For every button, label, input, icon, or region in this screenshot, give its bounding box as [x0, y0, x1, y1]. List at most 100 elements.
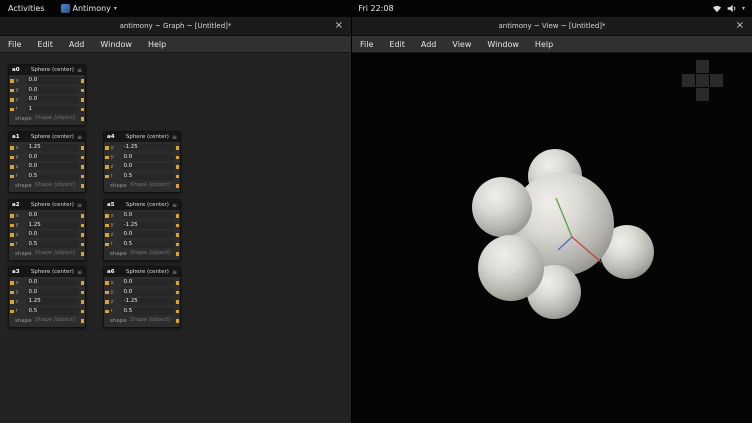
row-value[interactable]: 0.0	[27, 163, 79, 170]
node-titlebar[interactable]: a2Sphere (center)≡	[9, 200, 85, 210]
output-connector[interactable]	[81, 146, 85, 150]
output-connector[interactable]	[176, 319, 180, 323]
node-menu-icon[interactable]: ≡	[172, 269, 177, 276]
input-connector[interactable]	[105, 310, 109, 314]
row-value[interactable]: 0.5	[27, 173, 79, 180]
row-value[interactable]: 0.0	[27, 279, 79, 286]
view-titlebar[interactable]: antimony ~ View ~ [Untitled]* ×	[352, 17, 752, 36]
row-value[interactable]: 0.5	[122, 173, 174, 180]
output-connector[interactable]	[176, 291, 180, 295]
close-icon[interactable]: ×	[736, 21, 744, 31]
input-connector[interactable]	[105, 233, 109, 237]
input-connector[interactable]	[10, 214, 14, 218]
node-titlebar[interactable]: a5Sphere (center)≡	[104, 200, 180, 210]
menu-help[interactable]: Help	[140, 36, 174, 52]
graph-node-a6[interactable]: a6Sphere (center)≡x0.0y0.0z-1.25r0.5shap…	[103, 266, 181, 328]
node-menu-icon[interactable]: ≡	[77, 134, 82, 141]
row-value[interactable]: -1.25	[122, 222, 174, 229]
input-connector[interactable]	[105, 224, 109, 228]
output-connector[interactable]	[176, 310, 180, 314]
input-connector[interactable]	[10, 108, 14, 112]
input-connector[interactable]	[105, 214, 109, 218]
output-connector[interactable]	[81, 165, 85, 169]
menu-help[interactable]: Help	[527, 36, 561, 52]
output-connector[interactable]	[81, 117, 85, 121]
input-connector[interactable]	[10, 243, 14, 247]
menu-file[interactable]: File	[0, 36, 29, 52]
node-menu-icon[interactable]: ≡	[77, 67, 82, 74]
node-titlebar[interactable]: a6Sphere (center)≡	[104, 267, 180, 277]
output-connector[interactable]	[81, 252, 85, 256]
row-value[interactable]: 0.5	[27, 241, 79, 248]
node-titlebar[interactable]: a3Sphere (center)≡	[9, 267, 85, 277]
output-connector[interactable]	[81, 79, 85, 83]
node-menu-icon[interactable]: ≡	[77, 202, 82, 209]
input-connector[interactable]	[10, 98, 14, 102]
row-value[interactable]: 0.0	[122, 289, 174, 296]
input-connector[interactable]	[105, 165, 109, 169]
output-connector[interactable]	[81, 214, 85, 218]
graph-canvas[interactable]: a0Sphere (center)≡x0.0y0.0z0.0r1shapeSha…	[0, 53, 351, 423]
output-connector[interactable]	[81, 89, 85, 93]
input-connector[interactable]	[105, 291, 109, 295]
input-connector[interactable]	[10, 79, 14, 83]
input-connector[interactable]	[10, 156, 14, 160]
row-value[interactable]: 0.0	[27, 96, 79, 103]
orientation-crosshair[interactable]	[682, 60, 723, 101]
input-connector[interactable]	[105, 175, 109, 179]
row-value[interactable]: 0.5	[122, 308, 174, 315]
output-connector[interactable]	[81, 156, 85, 160]
clock[interactable]: Fri 22:08	[350, 0, 401, 17]
input-connector[interactable]	[10, 89, 14, 93]
close-icon[interactable]: ×	[335, 21, 343, 31]
row-value[interactable]: 0.0	[27, 212, 79, 219]
row-value[interactable]: 0.0	[27, 154, 79, 161]
input-connector[interactable]	[105, 146, 109, 150]
node-menu-icon[interactable]: ≡	[172, 202, 177, 209]
input-connector[interactable]	[10, 233, 14, 237]
row-value[interactable]: 1.25	[27, 222, 79, 229]
output-connector[interactable]	[176, 156, 180, 160]
row-value[interactable]: 1.25	[27, 144, 79, 151]
input-connector[interactable]	[10, 146, 14, 150]
input-connector[interactable]	[10, 300, 14, 304]
menu-window[interactable]: Window	[479, 36, 527, 52]
row-value[interactable]: 1	[27, 106, 79, 113]
row-value[interactable]: 0.0	[122, 154, 174, 161]
input-connector[interactable]	[10, 291, 14, 295]
input-connector[interactable]	[105, 300, 109, 304]
menu-view[interactable]: View	[444, 36, 479, 52]
graph-node-a1[interactable]: a1Sphere (center)≡x1.25y0.0z0.0r0.5shape…	[8, 131, 86, 193]
output-connector[interactable]	[176, 214, 180, 218]
output-connector[interactable]	[81, 224, 85, 228]
output-connector[interactable]	[176, 224, 180, 228]
output-connector[interactable]	[81, 300, 85, 304]
input-connector[interactable]	[105, 156, 109, 160]
row-value[interactable]: -1.25	[122, 144, 174, 151]
input-connector[interactable]	[10, 224, 14, 228]
output-connector[interactable]	[81, 319, 85, 323]
menu-file[interactable]: File	[352, 36, 381, 52]
input-connector[interactable]	[10, 165, 14, 169]
menu-edit[interactable]: Edit	[29, 36, 61, 52]
menu-add[interactable]: Add	[413, 36, 445, 52]
output-connector[interactable]	[81, 175, 85, 179]
output-connector[interactable]	[176, 243, 180, 247]
status-area[interactable]: ▾	[705, 0, 752, 17]
node-menu-icon[interactable]: ≡	[172, 134, 177, 141]
output-connector[interactable]	[81, 310, 85, 314]
output-connector[interactable]	[81, 233, 85, 237]
graph-node-a4[interactable]: a4Sphere (center)≡x-1.25y0.0z0.0r0.5shap…	[103, 131, 181, 193]
output-connector[interactable]	[176, 146, 180, 150]
row-value[interactable]: 0.0	[122, 163, 174, 170]
row-value[interactable]: 0.0	[27, 87, 79, 94]
menu-window[interactable]: Window	[92, 36, 140, 52]
viewport-3d[interactable]	[352, 53, 752, 423]
output-connector[interactable]	[176, 252, 180, 256]
input-connector[interactable]	[105, 281, 109, 285]
row-value[interactable]: 0.0	[122, 279, 174, 286]
output-connector[interactable]	[176, 184, 180, 188]
graph-node-a3[interactable]: a3Sphere (center)≡x0.0y0.0z1.25r0.5shape…	[8, 266, 86, 328]
input-connector[interactable]	[10, 310, 14, 314]
node-menu-icon[interactable]: ≡	[77, 269, 82, 276]
